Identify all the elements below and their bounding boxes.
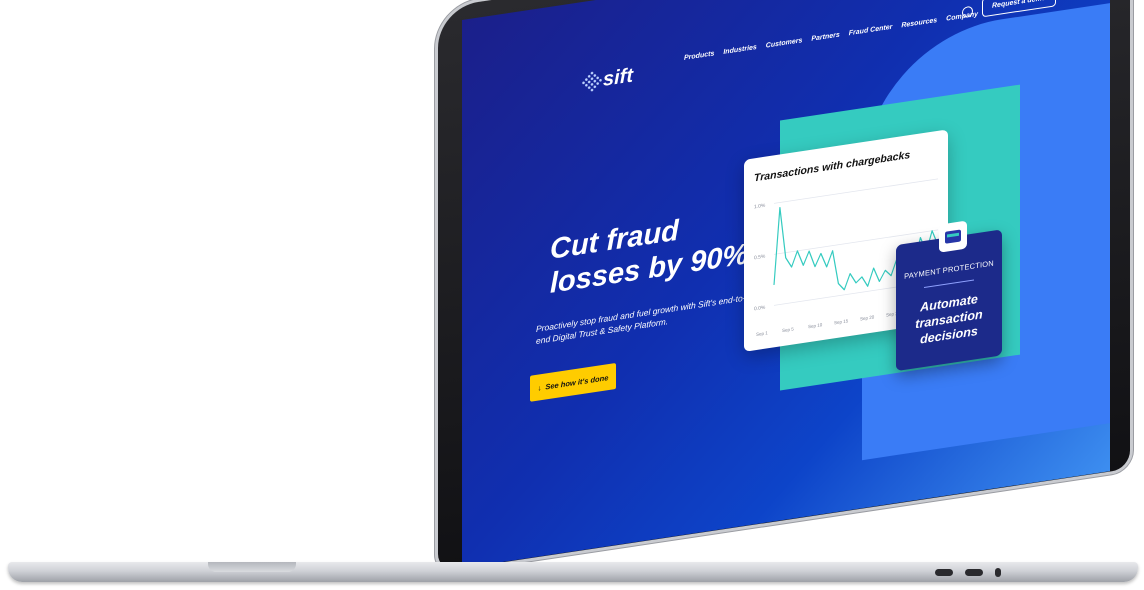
payment-protection-card: PAYMENT PROTECTION Automate transaction … <box>896 220 1002 372</box>
usb-c-port-2 <box>965 569 983 576</box>
logo-text: sift <box>603 64 633 91</box>
grid-line <box>774 178 938 204</box>
x-tick-label: Sep 20 <box>860 314 875 321</box>
arrow-down-icon: ↓ <box>537 382 542 393</box>
nav-link-partners[interactable]: Partners <box>811 32 839 43</box>
credit-card-icon <box>939 220 967 253</box>
sift-logo-icon <box>580 70 604 93</box>
x-tick-label: Sep 5 <box>782 326 794 333</box>
request-demo-button[interactable]: Request a demo <box>982 0 1057 18</box>
hero-subtitle: Proactively stop fraud and fuel growth w… <box>536 292 746 346</box>
y-tick-label: 0.0% <box>754 305 766 313</box>
see-how-button[interactable]: ↓ See how it's done <box>530 362 616 402</box>
nav-link-resources[interactable]: Resources <box>901 17 937 29</box>
payment-label: PAYMENT PROTECTION <box>904 258 994 281</box>
headphone-jack <box>995 568 1001 577</box>
cta-label: See how it's done <box>545 372 609 392</box>
nav-link-fraud-center[interactable]: Fraud Center <box>849 24 893 38</box>
x-tick-label: Sep 1 <box>756 330 768 337</box>
x-tick-label: Sep 10 <box>808 322 823 329</box>
y-tick-label: 0.5% <box>754 254 766 262</box>
nav-link-customers[interactable]: Customers <box>766 37 803 49</box>
hero-title: Cut fraud losses by 90% <box>550 214 749 300</box>
lid-opening-notch <box>208 562 296 572</box>
sift-logo[interactable]: sift <box>580 64 633 94</box>
x-tick-label: Sep 15 <box>834 318 849 325</box>
nav-link-products[interactable]: Products <box>684 50 714 62</box>
nav-link-industries[interactable]: Industries <box>723 44 756 56</box>
divider <box>924 279 974 288</box>
laptop-screen: sift Products Industries Customers Partn… <box>462 0 1110 568</box>
usb-c-port-1 <box>935 569 953 576</box>
y-tick-label: 1.0% <box>754 203 766 211</box>
payment-heading: Automate transaction decisions <box>915 291 983 347</box>
